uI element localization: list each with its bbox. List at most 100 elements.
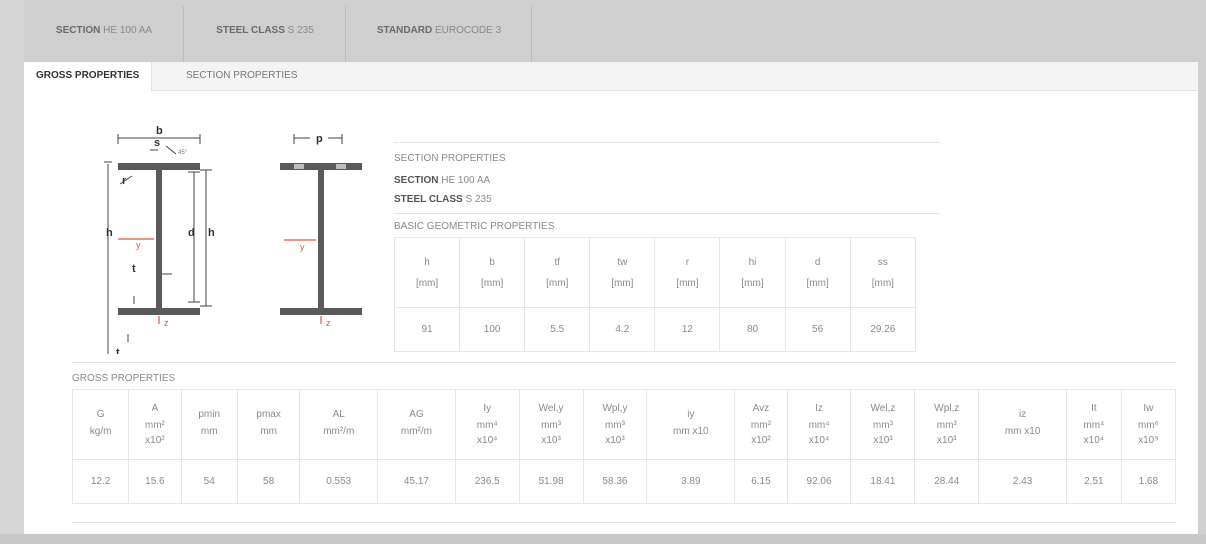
label-y-2: y bbox=[300, 242, 305, 252]
gross-symbol: Wel,y bbox=[538, 403, 564, 414]
gross-properties-section: GROSS PROPERTIES Gkg/m Amm² x10² pmin mm pmax… bbox=[71, 362, 1177, 523]
label-y: y bbox=[136, 240, 141, 250]
label-z: z bbox=[164, 318, 169, 328]
gross-symbol: iz bbox=[1019, 408, 1027, 420]
label-r: r bbox=[122, 175, 127, 187]
label-z-2: z bbox=[326, 318, 331, 328]
i-beam-top-flange bbox=[118, 163, 200, 170]
tab-standard-prefix: STANDARD bbox=[376, 25, 433, 36]
gross-value: 45.17 bbox=[377, 459, 456, 504]
gross-header-cell: It mm⁴ x10⁴ bbox=[1066, 389, 1122, 460]
gross-header-cell: Iz mm⁴ x10⁴ bbox=[786, 389, 852, 460]
i-beam-perimeter-diagram: p y z bbox=[280, 133, 362, 328]
geo-header-d: d [mm] bbox=[784, 237, 851, 308]
gross-header-cell: iy mm x10 bbox=[646, 389, 736, 460]
gross-symbol: pmin bbox=[198, 408, 221, 420]
gross-symbol: It bbox=[1091, 403, 1097, 414]
label-d: d bbox=[188, 227, 195, 239]
gross-header-cell: Amm² x10² bbox=[128, 389, 182, 460]
gross-unit: mm bbox=[260, 425, 277, 437]
gross-header-cell: iz mm x10 bbox=[978, 389, 1068, 460]
gross-header-cell: pmax mm bbox=[236, 389, 301, 460]
gross-symbol: Iy bbox=[483, 403, 492, 414]
tab-steel-class-value: S 235 bbox=[287, 25, 314, 36]
gross-header-cell: Avz mm² x10² bbox=[734, 389, 788, 460]
label-tw: t bbox=[132, 263, 136, 275]
main-panel: GROSS PROPERTIES SECTION PROPERTIES b s … bbox=[24, 62, 1198, 534]
gross-unit: mm bbox=[200, 425, 218, 437]
gross-unit-scale: x10⁴ bbox=[477, 435, 498, 446]
section-properties-title: SECTION PROPERTIES bbox=[394, 153, 506, 164]
gross-value: 2.43 bbox=[978, 459, 1068, 504]
gross-header-cell: Wel,y mm³ x10³ bbox=[518, 389, 584, 460]
gross-unit: mm⁴ bbox=[476, 420, 498, 431]
bottom-strip bbox=[0, 534, 1206, 544]
gross-value: 92.06 bbox=[786, 459, 852, 504]
gross-unit: mm³ bbox=[541, 420, 562, 431]
gross-unit-scale: x10³ bbox=[937, 435, 957, 446]
gross-unit: mm³ bbox=[604, 420, 625, 431]
gross-properties-title: GROSS PROPERTIES bbox=[72, 373, 176, 384]
geo-header-r: r [mm] bbox=[654, 237, 721, 308]
gross-symbol: iy bbox=[687, 408, 695, 420]
gross-unit: mm³ bbox=[936, 420, 957, 431]
geo-value: 100 bbox=[459, 307, 526, 352]
gross-unit: mm² bbox=[750, 420, 771, 431]
gross-unit-scale: x10³ bbox=[541, 435, 561, 446]
gross-value: 18.41 bbox=[850, 459, 916, 504]
tab-standard[interactable]: STANDARD EUROCODE 3 bbox=[346, 6, 532, 62]
gross-symbol: A bbox=[151, 403, 159, 414]
gross-unit: mm³ bbox=[872, 420, 893, 431]
label-tf: t bbox=[116, 347, 120, 354]
basic-geometric-table: h [mm] b [mm] tf [mm] tw [mm] r [mm] hi [mm] d… bbox=[393, 237, 917, 352]
gross-symbol: G bbox=[96, 408, 105, 420]
gross-symbol: pmax bbox=[256, 408, 281, 420]
gross-unit-scale: x10³ bbox=[873, 435, 893, 446]
gross-value: 2.51 bbox=[1066, 459, 1122, 504]
gross-header-cell: pmin mm bbox=[180, 389, 238, 460]
gross-header-cell: Wel,z mm³ x10³ bbox=[850, 389, 916, 460]
tab-section-value: HE 100 AA bbox=[103, 25, 153, 36]
tab-section-properties[interactable]: SECTION PROPERTIES bbox=[174, 62, 310, 90]
gross-value: 236.5 bbox=[454, 459, 520, 504]
gross-properties-table: Gkg/m Amm² x10² pmin mm pmax mm AL mm²/m AG mm²/m I… bbox=[71, 389, 1177, 504]
steel-class-line: STEEL CLASS S 235 bbox=[394, 194, 492, 205]
gross-value: 1.68 bbox=[1120, 459, 1177, 504]
tab-steel-class[interactable]: STEEL CLASS S 235 bbox=[184, 6, 346, 62]
tab-section[interactable]: SECTION HE 100 AA bbox=[24, 6, 184, 62]
i-beam-bottom-flange bbox=[118, 308, 200, 315]
geo-header-b: b [mm] bbox=[459, 237, 526, 308]
gross-header-cell: Gkg/m bbox=[71, 389, 130, 460]
gross-value: 12.2 bbox=[71, 459, 130, 504]
basic-geometric-title: BASIC GEOMETRIC PROPERTIES bbox=[394, 221, 555, 232]
gross-value: 0.553 bbox=[299, 459, 379, 504]
geo-value: 4.2 bbox=[589, 307, 656, 352]
geo-value: 80 bbox=[719, 307, 786, 352]
gross-symbol: AL bbox=[332, 408, 345, 420]
label-h: h bbox=[106, 227, 113, 239]
geo-header-tw: tw [mm] bbox=[589, 237, 656, 308]
gross-value: 28.44 bbox=[914, 459, 980, 504]
tab-standard-value: EUROCODE 3 bbox=[435, 25, 502, 36]
gross-symbol: Iz bbox=[815, 403, 823, 414]
gross-symbol: Iw bbox=[1143, 403, 1154, 414]
gross-header-cell: AG mm²/m bbox=[377, 389, 456, 460]
geo-value: 5.5 bbox=[524, 307, 591, 352]
geo-header-ss: ss [mm] bbox=[849, 237, 917, 308]
tab-gross-properties[interactable]: GROSS PROPERTIES bbox=[24, 62, 153, 91]
gross-header-cell: Iw mm⁶ x10⁹ bbox=[1120, 389, 1177, 460]
section-line: SECTION HE 100 AA bbox=[394, 175, 491, 186]
gross-value: 54 bbox=[180, 459, 238, 504]
gross-symbol: AG bbox=[409, 408, 424, 420]
gross-unit: mm² bbox=[144, 420, 165, 431]
geo-header-hi: hi [mm] bbox=[719, 237, 786, 308]
gross-unit: mm x10 bbox=[673, 425, 709, 437]
geo-value: 29.26 bbox=[849, 307, 917, 352]
left-margin bbox=[0, 0, 24, 544]
gross-unit-scale: x10⁴ bbox=[808, 435, 830, 446]
gross-value: 58.36 bbox=[582, 459, 648, 504]
gross-unit-scale: x10² bbox=[145, 435, 165, 446]
gross-unit-scale: x10⁴ bbox=[1083, 435, 1105, 446]
gross-header-cell: Iy mm⁴ x10⁴ bbox=[454, 389, 520, 460]
gross-symbol: Wpl,y bbox=[602, 403, 628, 414]
